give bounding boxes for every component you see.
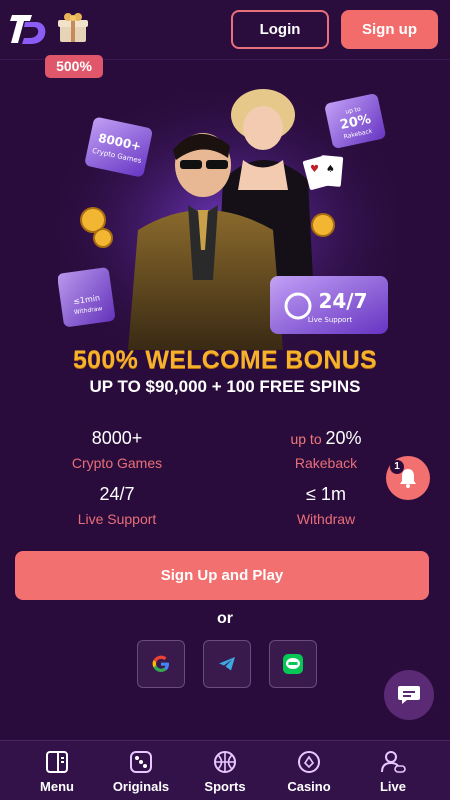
stat-label: Withdraw bbox=[296, 511, 356, 527]
hero-card-withdraw: ≤1min Withdraw bbox=[58, 267, 116, 327]
stat-label: Crypto Games bbox=[71, 455, 163, 471]
welcome-bonus-subtitle: UP TO $90,000 + 100 FREE SPINS bbox=[89, 377, 361, 396]
svg-text:♥: ♥ bbox=[310, 164, 319, 175]
nav-item-originals[interactable]: Originals bbox=[98, 741, 184, 800]
stat-rakeback: up to 20% Rakeback bbox=[241, 428, 411, 471]
nav-label: Live bbox=[379, 779, 406, 794]
nav-label: Sports bbox=[204, 779, 246, 794]
svg-text:24/7: 24/7 bbox=[318, 289, 367, 313]
live-chat-button[interactable] bbox=[384, 670, 434, 720]
or-divider: or bbox=[217, 610, 233, 627]
stat-value: 24/7 bbox=[99, 484, 135, 504]
notification-count-badge: 1 bbox=[390, 460, 404, 474]
nav-item-live[interactable]: Live bbox=[350, 741, 436, 800]
hero-card-support: 24/7 Live Support bbox=[270, 276, 388, 334]
sign-up-and-play-button[interactable]: Sign Up and Play bbox=[15, 551, 429, 600]
stat-crypto-games: 8000+ Crypto Games bbox=[32, 428, 202, 471]
casino-chip-icon bbox=[298, 751, 320, 773]
stat-withdraw: ≤ 1m Withdraw bbox=[241, 484, 411, 527]
line-icon bbox=[283, 654, 303, 674]
nav-label: Originals bbox=[112, 779, 170, 794]
chat-bubble-icon bbox=[398, 686, 420, 704]
stat-label: Rakeback bbox=[294, 455, 358, 471]
nav-label: Casino bbox=[287, 779, 331, 794]
brand-logo[interactable] bbox=[10, 12, 48, 46]
hero-illustration: ♥ ♠ 8000+ Crypto Games up to 20% Rakebac… bbox=[58, 80, 398, 350]
svg-text:Live Support: Live Support bbox=[308, 316, 352, 324]
stat-value: up to 20% bbox=[290, 428, 362, 448]
dice-icon bbox=[130, 751, 152, 773]
stat-value: ≤ 1m bbox=[306, 484, 346, 504]
gift-badge: 500% bbox=[45, 55, 103, 78]
nav-item-casino[interactable]: Casino bbox=[266, 741, 352, 800]
nav-item-sports[interactable]: Sports bbox=[182, 741, 268, 800]
telegram-icon bbox=[219, 657, 235, 671]
live-dealer-icon bbox=[381, 751, 406, 773]
stat-label: Live Support bbox=[77, 511, 157, 527]
google-icon bbox=[152, 655, 169, 672]
gift-icon[interactable] bbox=[56, 10, 90, 44]
bottom-navigation: Menu Originals Sports Casino Live bbox=[0, 740, 450, 800]
telegram-login-button[interactable] bbox=[203, 640, 251, 688]
nav-label: Menu bbox=[40, 779, 74, 794]
basketball-icon bbox=[214, 751, 236, 773]
stat-value: 8000+ bbox=[91, 428, 143, 448]
line-login-button[interactable] bbox=[269, 640, 317, 688]
welcome-bonus-title: 500% WELCOME BONUS bbox=[72, 346, 378, 374]
nav-item-menu[interactable]: Menu bbox=[14, 741, 100, 800]
menu-panel-icon bbox=[46, 751, 68, 773]
login-button[interactable]: Login bbox=[231, 10, 329, 49]
google-login-button[interactable] bbox=[137, 640, 185, 688]
top-header: Login Sign up bbox=[0, 0, 450, 60]
signup-button[interactable]: Sign up bbox=[341, 10, 438, 49]
stat-live-support: 24/7 Live Support bbox=[32, 484, 202, 527]
svg-text:♠: ♠ bbox=[326, 164, 335, 175]
